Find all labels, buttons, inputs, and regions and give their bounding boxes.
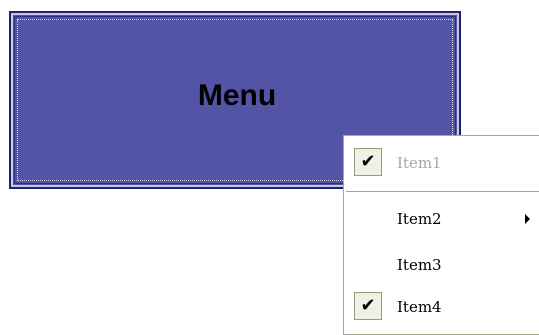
menu-item-item1[interactable]: ✔ Item1 [344,145,539,181]
menu-button-label: Menu [197,79,277,112]
menu-item-item4[interactable]: ✔ Item4 [344,289,539,325]
checkmark-icon: ✔ [354,292,382,320]
popup-menu: ✔ Item1 Item2 Item3 ✔ Item4 [343,135,539,335]
menu-separator [346,191,539,192]
submenu-arrow-icon [525,214,530,224]
menu-item-label: Item1 [397,154,442,172]
checkmark-icon: ✔ [354,148,382,176]
menu-item-item2[interactable]: Item2 [344,201,539,237]
menu-item-label: Item4 [397,298,442,316]
menu-item-item3[interactable]: Item3 [344,247,539,283]
menu-item-label: Item3 [397,256,442,274]
menu-item-label: Item2 [397,210,442,228]
